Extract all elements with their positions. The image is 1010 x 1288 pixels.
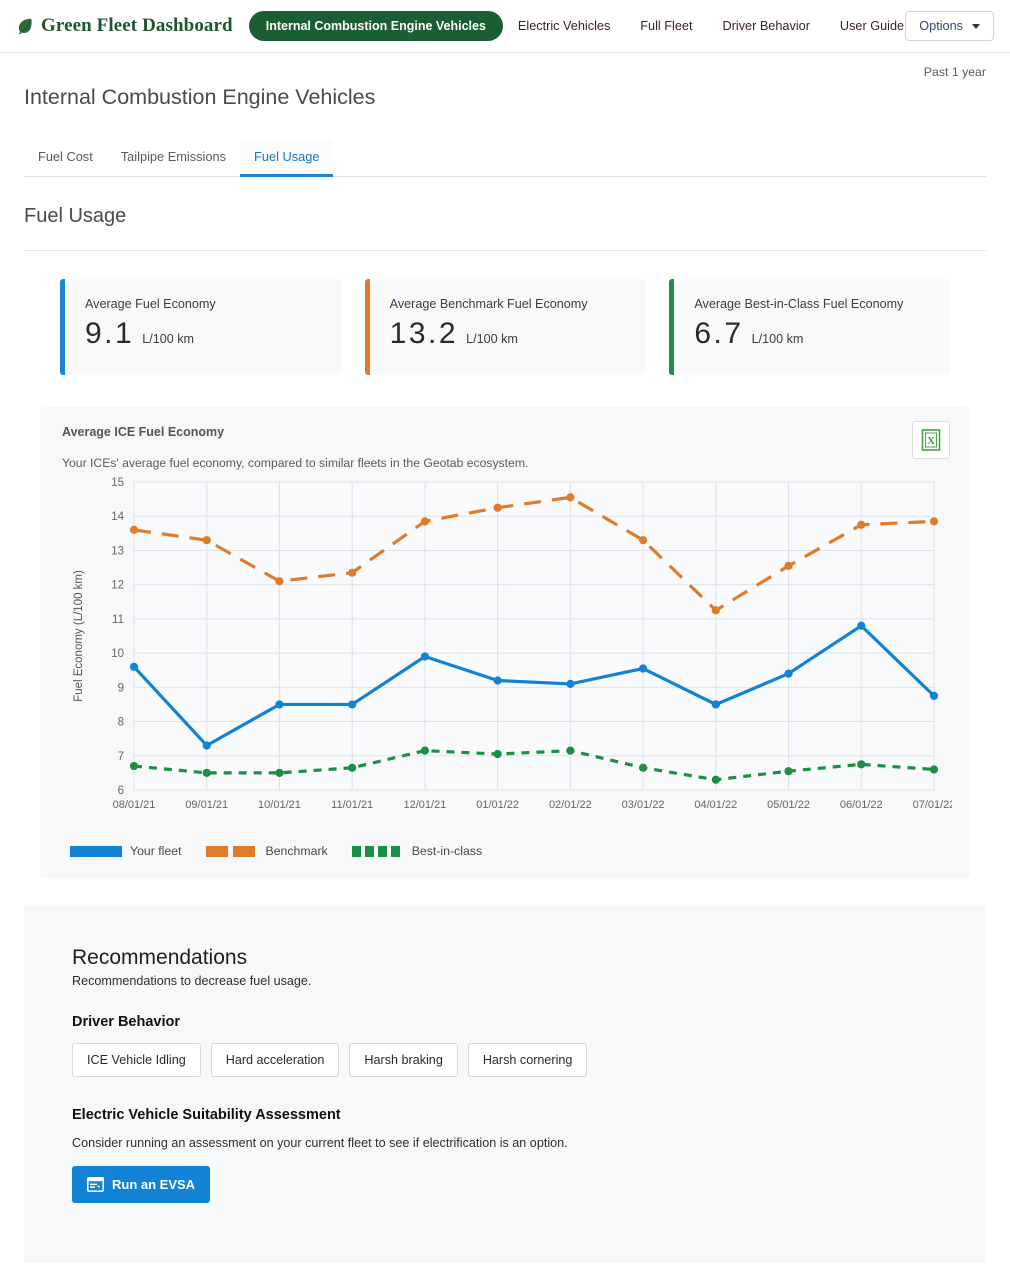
- nav-item-full-fleet[interactable]: Full Fleet: [625, 11, 707, 41]
- legend-item-best-in-class: Best-in-class: [351, 844, 483, 858]
- run-evsa-button[interactable]: Run an EVSA: [72, 1166, 211, 1203]
- svg-text:11/01/21: 11/01/21: [331, 799, 373, 811]
- tab-tailpipe-emissions[interactable]: Tailpipe Emissions: [107, 140, 240, 177]
- svg-text:10/01/21: 10/01/21: [258, 799, 301, 811]
- kpi-card-average-benchmark-fuel-economy: Average Benchmark Fuel Economy 13.2 L/10…: [364, 279, 646, 375]
- options-button-label: Options: [919, 19, 963, 33]
- svg-text:12: 12: [111, 580, 124, 592]
- driver-behavior-chip-row: ICE Vehicle Idling Hard acceleration Har…: [72, 1043, 938, 1077]
- kpi-card-average-fuel-economy: Average Fuel Economy 9.1 L/100 km: [60, 279, 341, 375]
- nav-item-driver-behavior[interactable]: Driver Behavior: [707, 11, 824, 41]
- kpi-unit: L/100 km: [142, 332, 195, 346]
- kpi-label: Average Fuel Economy: [85, 297, 216, 311]
- excel-export-icon: X: [921, 429, 941, 451]
- options-button[interactable]: Options: [905, 11, 994, 41]
- svg-text:11: 11: [112, 614, 124, 626]
- svg-text:01/01/22: 01/01/22: [476, 799, 519, 811]
- leaf-icon: [18, 18, 32, 35]
- chart-card: Average ICE Fuel Economy X Your ICEs' av…: [40, 407, 970, 878]
- svg-text:15: 15: [111, 477, 124, 489]
- svg-text:Fuel Economy (L/100 km): Fuel Economy (L/100 km): [73, 570, 85, 702]
- kpi-value: 9.1: [85, 317, 135, 350]
- driver-behavior-heading: Driver Behavior: [72, 1014, 180, 1030]
- svg-text:09/01/21: 09/01/21: [185, 799, 228, 811]
- recommendations-subtitle: Recommendations to decrease fuel usage.: [72, 974, 312, 988]
- recommendations-card: Recommendations Recommendations to decre…: [24, 906, 986, 1263]
- svg-text:12/01/21: 12/01/21: [403, 799, 446, 811]
- kpi-card-row: Average Fuel Economy 9.1 L/100 km Averag…: [0, 251, 1010, 375]
- legend-item-your-fleet: Your fleet: [70, 844, 182, 858]
- chart-title: Average ICE Fuel Economy: [62, 425, 225, 439]
- svg-text:07/01/22: 07/01/22: [913, 799, 952, 811]
- run-evsa-button-label: Run an EVSA: [112, 1177, 196, 1192]
- recommendations-title: Recommendations: [72, 946, 248, 969]
- top-navigation-bar: Green Fleet Dashboard Internal Combustio…: [0, 0, 1010, 53]
- kpi-label: Average Best-in-Class Fuel Economy: [694, 297, 904, 311]
- nav-item-ice-vehicles[interactable]: Internal Combustion Engine Vehicles: [248, 11, 503, 41]
- svg-text:13: 13: [111, 545, 124, 557]
- svg-text:04/01/22: 04/01/22: [694, 799, 737, 811]
- svg-text:14: 14: [111, 511, 124, 523]
- svg-text:X: X: [927, 435, 935, 447]
- chart-subtitle: Your ICEs' average fuel economy, compare…: [62, 456, 529, 470]
- svg-text:08/01/21: 08/01/21: [113, 799, 156, 811]
- evsa-heading: Electric Vehicle Suitability Assessment: [72, 1107, 341, 1123]
- chip-harsh-braking[interactable]: Harsh braking: [349, 1043, 458, 1077]
- legend-label: Benchmark: [265, 844, 328, 858]
- kpi-label: Average Benchmark Fuel Economy: [389, 297, 588, 311]
- legend-label: Best-in-class: [411, 844, 483, 858]
- legend-swatch-dashed-icon: [205, 845, 255, 857]
- svg-text:02/01/22: 02/01/22: [549, 799, 592, 811]
- kpi-unit: L/100 km: [751, 332, 804, 346]
- sub-tab-bar: Fuel Cost Tailpipe Emissions Fuel Usage: [24, 140, 986, 177]
- kpi-value: 6.7: [694, 317, 744, 350]
- chip-harsh-cornering[interactable]: Harsh cornering: [467, 1043, 588, 1077]
- chevron-down-icon: [972, 23, 980, 29]
- kpi-value: 13.2: [389, 317, 459, 350]
- excel-export-button[interactable]: X: [912, 421, 950, 459]
- page-header: Past 1 year Internal Combustion Engine V…: [0, 53, 1010, 251]
- svg-text:9: 9: [118, 682, 124, 694]
- legend-swatch-dotted-icon: [351, 845, 400, 857]
- chart-legend: Your fleet Benchmark Best-in-class: [62, 834, 948, 858]
- tab-fuel-cost[interactable]: Fuel Cost: [24, 140, 107, 177]
- kpi-unit: L/100 km: [466, 332, 518, 346]
- legend-swatch-solid-icon: [70, 845, 122, 857]
- svg-text:8: 8: [118, 717, 124, 729]
- section-title: Fuel Usage: [24, 177, 986, 251]
- legend-label: Your fleet: [130, 844, 182, 858]
- svg-text:03/01/22: 03/01/22: [622, 799, 665, 811]
- svg-text:6: 6: [118, 785, 124, 797]
- svg-text:7: 7: [118, 751, 124, 763]
- nav-item-electric-vehicles[interactable]: Electric Vehicles: [503, 11, 625, 41]
- tab-fuel-usage[interactable]: Fuel Usage: [240, 140, 334, 177]
- page-title: Internal Combustion Engine Vehicles: [24, 85, 376, 109]
- brand-logo: Green Fleet Dashboard: [16, 15, 233, 37]
- svg-text:05/01/22: 05/01/22: [767, 799, 810, 811]
- evsa-window-bolt-icon: [87, 1177, 104, 1192]
- chip-ice-vehicle-idling[interactable]: ICE Vehicle Idling: [72, 1043, 201, 1077]
- date-range-label: Past 1 year: [923, 65, 986, 79]
- chip-hard-acceleration[interactable]: Hard acceleration: [210, 1043, 340, 1077]
- evsa-description: Consider running an assessment on your c…: [72, 1136, 568, 1150]
- svg-text:06/01/22: 06/01/22: [840, 799, 883, 811]
- brand-title: Green Fleet Dashboard: [41, 15, 233, 36]
- svg-text:10: 10: [111, 648, 124, 660]
- legend-item-benchmark: Benchmark: [205, 844, 328, 858]
- fuel-economy-line-chart: 6 7 8 9 10 11 12 13 14 15 08/01/21 09/01/21 10/01/21…: [73, 477, 952, 811]
- kpi-card-average-best-in-class-fuel-economy: Average Best-in-Class Fuel Economy 6.7 L…: [669, 279, 951, 375]
- chart-plot-area: 6 7 8 9 10 11 12 13 14 15 08/01/21 09/01/21 10/01/21…: [62, 474, 952, 834]
